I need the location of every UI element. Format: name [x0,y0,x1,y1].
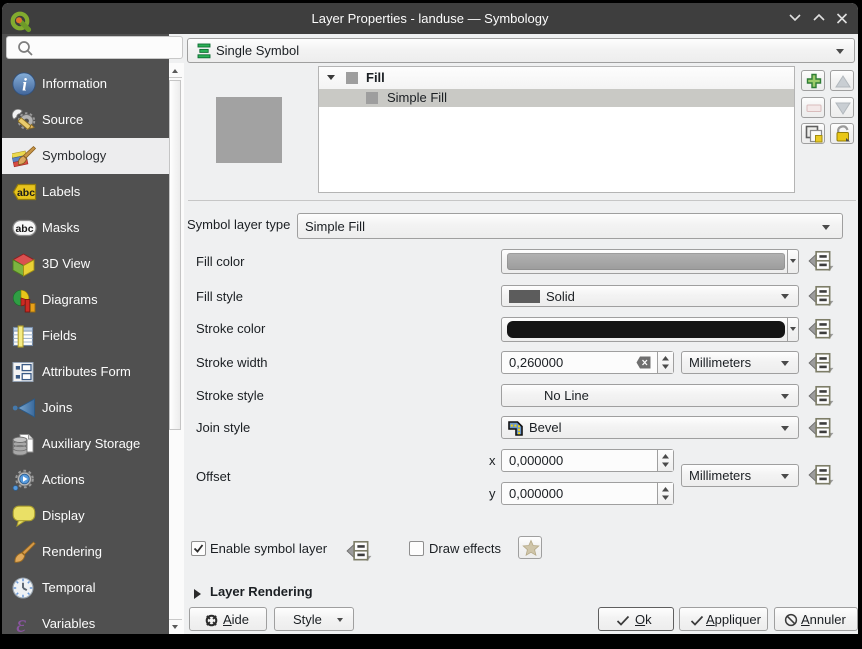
svg-text:i: i [22,74,27,94]
svg-text:abc: abc [17,187,35,199]
svg-text:ε: ε [16,613,26,634]
svg-text:abc: abc [15,223,33,235]
